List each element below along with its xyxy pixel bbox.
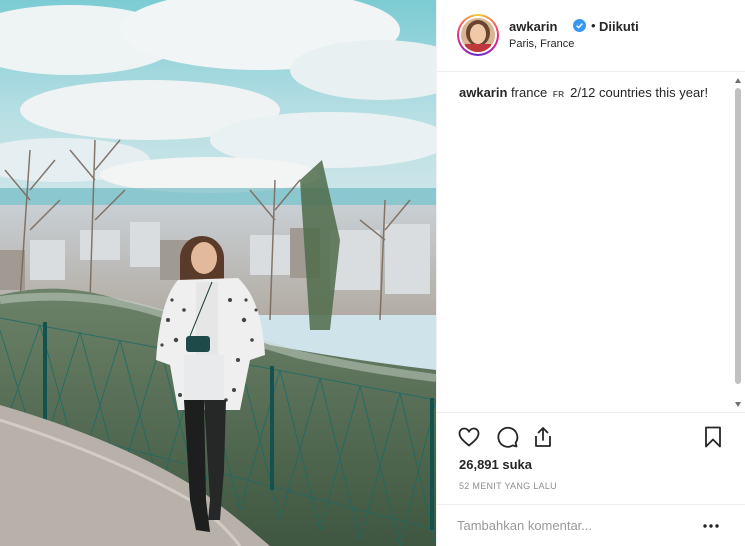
post-timestamp[interactable]: 52 MENIT YANG LALU [459,481,557,491]
following-button[interactable]: Diikuti [599,19,639,34]
post-photo[interactable] [0,0,436,546]
likes-count[interactable]: 26,891 suka [459,457,532,472]
bookmark-icon[interactable] [701,425,725,449]
add-comment-section [437,504,745,546]
scroll-thumb[interactable] [735,88,741,384]
avatar[interactable] [461,18,495,52]
comments-area[interactable]: awkarin france FR 2/12 countries this ye… [437,72,735,412]
caption-text-rest: 2/12 countries this year! [570,85,709,100]
france-flag-icon: FR [552,90,565,99]
username-link[interactable]: awkarin [509,19,557,34]
heart-icon[interactable] [457,425,481,449]
post-side-panel: awkarin • Diikuti Paris, France awkarin … [436,0,745,546]
comments-scrollbar[interactable] [733,72,745,412]
caption: awkarin france FR 2/12 countries this ye… [459,84,708,104]
scroll-down-arrow-icon[interactable] [735,402,741,407]
comment-input[interactable] [457,513,687,537]
story-ring[interactable] [457,14,499,56]
share-icon[interactable] [531,425,555,449]
ellipsis-icon[interactable] [701,516,721,536]
caption-username[interactable]: awkarin [459,85,507,100]
verified-badge-icon [573,19,586,32]
scroll-up-arrow-icon[interactable] [735,78,741,83]
post-actions: 26,891 suka 52 MENIT YANG LALU [437,412,745,504]
location-link[interactable]: Paris, France [509,38,574,50]
comment-icon[interactable] [495,425,519,449]
separator-dot: • [591,18,596,33]
post-header: awkarin • Diikuti Paris, France [437,0,745,72]
caption-text: france [511,85,548,100]
